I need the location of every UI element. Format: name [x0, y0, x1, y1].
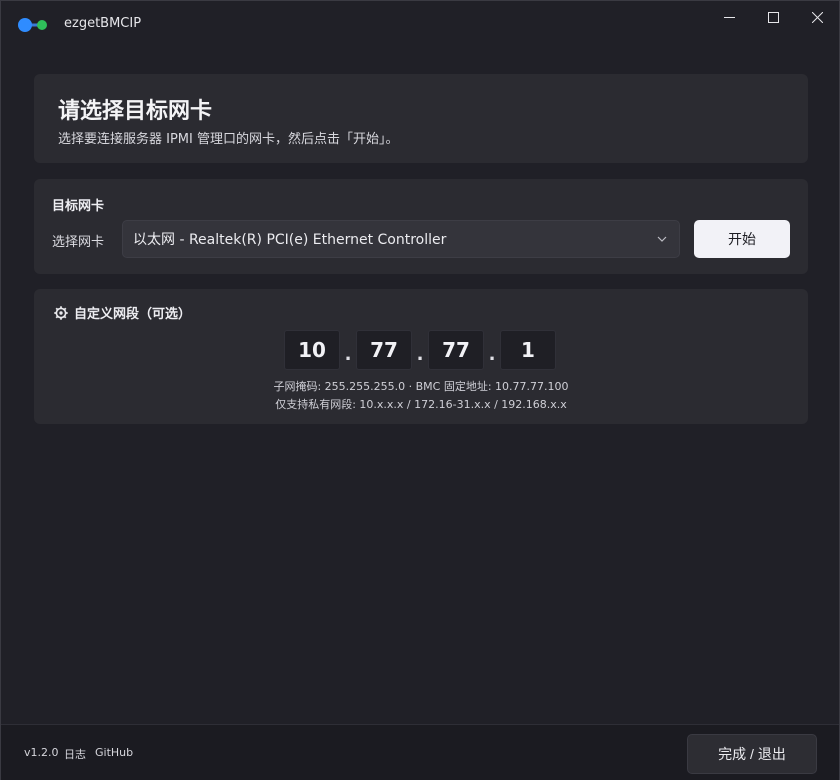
nic-card: 目标网卡 选择网卡 以太网 - Realtek(R) PCI(e) Ethern…	[34, 179, 808, 274]
app-title: ezgetBMCIP	[64, 16, 142, 31]
chevron-down-icon	[657, 236, 667, 242]
maximize-icon	[767, 11, 779, 23]
ip-octet-2-input[interactable]: 77	[356, 330, 412, 370]
minimize-button[interactable]	[707, 1, 751, 33]
app-window: ezgetBMCIP 请选择目标网卡 选择要连接服务器 IPMI 管理口的网卡，…	[0, 0, 840, 780]
nic-section-title: 目标网卡	[52, 199, 105, 214]
maximize-button[interactable]	[751, 1, 795, 33]
page-subtitle: 选择要连接服务器 IPMI 管理口的网卡，然后点击「开始」。	[58, 132, 399, 147]
close-button[interactable]	[795, 1, 839, 33]
footer-bar: v1.2.0 日志 GitHub 完成 / 退出	[1, 724, 839, 780]
start-button[interactable]: 开始	[694, 220, 790, 258]
octet-separator: .	[488, 344, 496, 365]
app-logo-icon	[18, 18, 47, 32]
network-section-title: 自定义网段（可选）	[54, 303, 191, 322]
page-title: 请选择目标网卡	[58, 99, 213, 124]
nic-selected-value: 以太网 - Realtek(R) PCI(e) Ethernet Control…	[133, 232, 447, 248]
close-icon	[811, 11, 823, 23]
log-link[interactable]: 日志	[64, 746, 86, 762]
nic-field-label: 选择网卡	[52, 235, 105, 250]
ip-octet-4-input[interactable]: 1	[500, 330, 556, 370]
network-card: 自定义网段（可选） 10 . 77 . 77 . 1 子网掩码: 255.255…	[34, 289, 808, 424]
nic-select-dropdown[interactable]: 以太网 - Realtek(R) PCI(e) Ethernet Control…	[122, 220, 680, 258]
subnet-info-text: 子网掩码: 255.255.255.0 · BMC 固定地址: 10.77.77…	[273, 380, 569, 393]
ip-octet-1-input[interactable]: 10	[284, 330, 340, 370]
network-title-label: 自定义网段（可选）	[74, 307, 192, 322]
gear-icon	[54, 305, 68, 320]
title-bar[interactable]: ezgetBMCIP	[1, 1, 839, 47]
version-label: v1.2.0	[24, 746, 59, 759]
ip-octet-3-input[interactable]: 77	[428, 330, 484, 370]
header-card: 请选择目标网卡 选择要连接服务器 IPMI 管理口的网卡，然后点击「开始」。	[34, 74, 808, 163]
octet-separator: .	[344, 344, 352, 365]
octet-separator: .	[416, 344, 424, 365]
minimize-icon	[723, 16, 735, 18]
finish-exit-button[interactable]: 完成 / 退出	[687, 734, 817, 774]
private-range-hint: 仅支持私有网段: 10.x.x.x / 172.16-31.x.x / 192.…	[275, 398, 567, 411]
github-link[interactable]: GitHub	[95, 746, 133, 759]
